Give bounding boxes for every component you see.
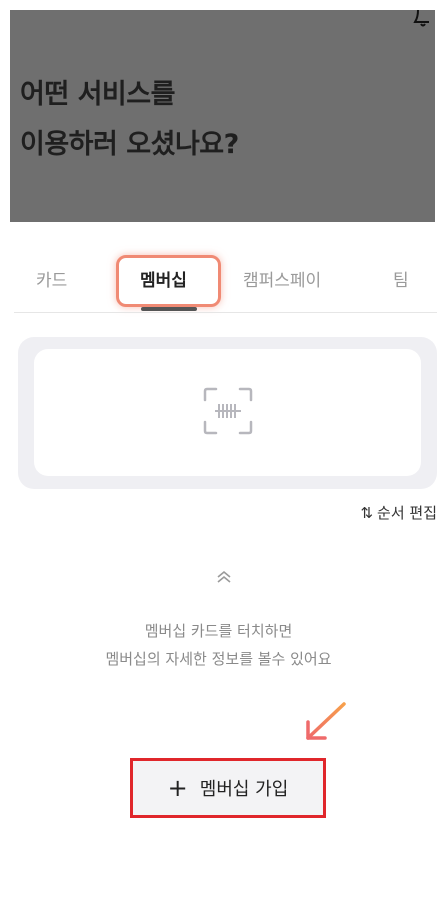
reorder-button[interactable]: ⇅ 순서 편집: [360, 502, 437, 523]
hint-line-1: 멤버십 카드를 터치하면: [144, 622, 293, 640]
tab-card[interactable]: 카드: [36, 266, 67, 291]
hint-line-2: 멤버십의 자세한 정보를 볼수 있어요: [105, 650, 332, 668]
double-chevron-up-icon: [217, 570, 231, 583]
service-tabs: 카드 멤버십 캠퍼스페이 팀: [0, 252, 437, 312]
membership-card[interactable]: [34, 349, 421, 476]
tab-team[interactable]: 팀: [393, 266, 409, 291]
barcode-scan-icon: [203, 387, 253, 435]
title-line-2: 이용하러 오셨나요?: [20, 129, 239, 160]
header-overlay: 어떤 서비스를 이용하러 오셨나요?: [10, 10, 435, 222]
tab-membership[interactable]: 멤버십: [140, 266, 187, 291]
join-membership-label: 멤버십 가입: [199, 779, 289, 800]
tab-campus-pay[interactable]: 캠퍼스페이: [243, 266, 321, 291]
tab-divider: [14, 312, 437, 313]
title-line-1: 어떤 서비스를: [20, 79, 175, 110]
active-tab-indicator: [141, 307, 197, 311]
join-membership-button[interactable]: + 멤버십 가입: [130, 758, 326, 818]
plus-icon: +: [167, 774, 188, 802]
bell-icon[interactable]: [413, 10, 435, 28]
sort-arrows-icon: ⇅: [360, 503, 372, 522]
page-title: 어떤 서비스를 이용하러 오셨나요?: [20, 70, 239, 170]
reorder-label: 순서 편집: [377, 504, 437, 522]
pointer-arrow-icon: [306, 702, 346, 740]
membership-card-area: [18, 337, 437, 489]
